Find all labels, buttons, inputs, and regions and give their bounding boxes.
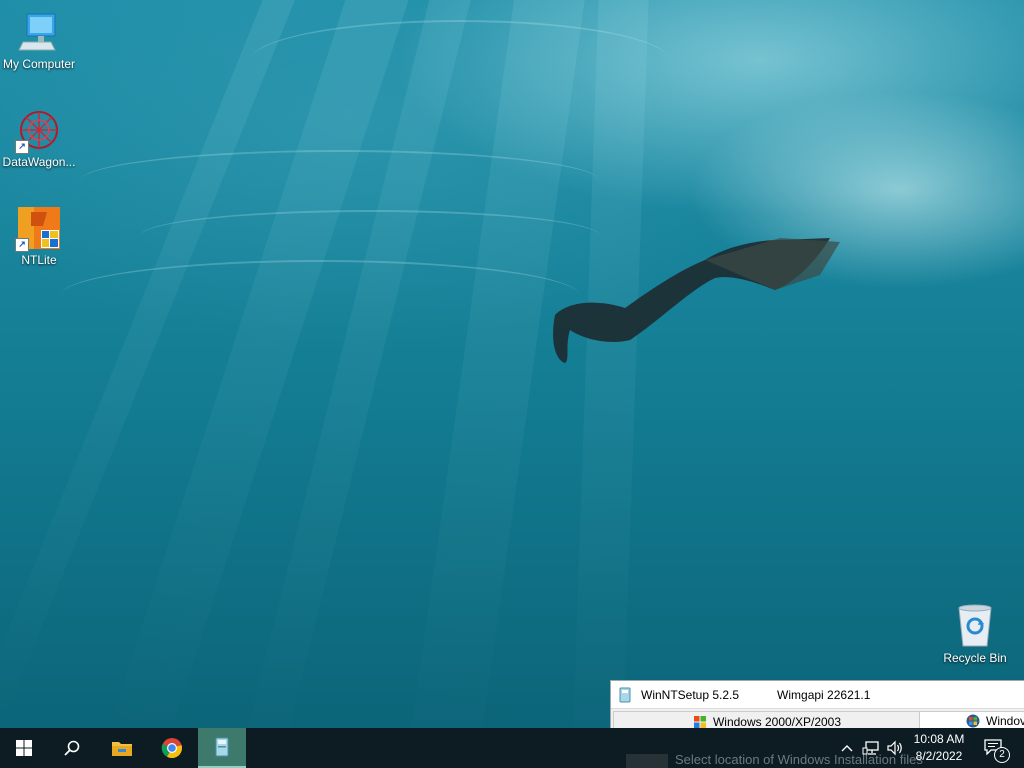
desktop-icon-label: DataWagon... [2,155,76,169]
window-title: WinNTSetup 5.2.5 [641,687,740,702]
winntsetup-taskbar-button[interactable] [198,728,246,768]
taskbar: Select location of Windows Installation … [0,728,1024,768]
ntlite-icon: ↗ [15,206,61,252]
search-button[interactable] [48,728,96,768]
winntsetup-icon [619,687,631,702]
notification-count-badge: 2 [994,747,1010,763]
tab-label: Windov [986,714,1024,728]
recycle-bin-icon [953,604,997,648]
wimgapi-version: Wimgapi 22621.1 [777,687,871,702]
file-explorer-button[interactable] [98,728,146,768]
window-titlebar[interactable]: WinNTSetup 5.2.5 Wimgapi 22621.1 [611,681,1024,708]
clock-date: 8/2/2022 [915,749,963,763]
desktop-icon-label: My Computer [2,57,76,71]
search-icon [64,740,80,756]
start-button[interactable] [0,728,48,768]
start-icon [16,740,32,756]
computer-icon [17,10,61,54]
winntsetup-window[interactable]: WinNTSetup 5.2.5 Wimgapi 22621.1 Windows… [610,680,1024,731]
volume-icon [887,740,902,756]
datawagon-icon: ↗ [15,108,61,154]
file-explorer-icon [112,742,132,756]
os-tabs: Windows 2000/XP/2003 Windov [611,708,1024,731]
desktop-icon-my-computer[interactable]: My Computer [0,10,78,71]
peek-window-fragment [626,754,668,768]
action-center-button[interactable]: 2 [978,728,1014,768]
network-icon [862,741,879,755]
desktop-icon-recycle-bin[interactable]: Recycle Bin [936,604,1014,665]
windows-xp-logo-icon [693,715,706,728]
tab-label: Windows 2000/XP/2003 [712,714,842,729]
network-button[interactable] [860,728,882,768]
shortcut-arrow-icon: ↗ [15,140,29,154]
clock-time: 10:08 AM [913,732,965,746]
desktop-icon-datawagon[interactable]: ↗ DataWagon... [0,108,78,169]
desktop-wallpaper: My Computer ↗ DataWagon... ↗ NTLite Recy… [0,0,1024,728]
desktop-icon-ntlite[interactable]: ↗ NTLite [0,206,78,267]
shortcut-arrow-icon: ↗ [15,238,29,252]
chrome-icon [161,738,182,759]
windows-7-logo-icon [966,714,980,728]
desktop-icon-label: Recycle Bin [943,651,1007,665]
chrome-button[interactable] [148,728,196,768]
show-hidden-icons-button[interactable] [838,728,856,768]
chevron-up-icon [841,745,853,752]
volume-button[interactable] [884,728,906,768]
system-clock[interactable]: 10:08 AM 8/2/2022 [906,731,972,765]
winntsetup-icon [215,737,229,757]
swimmer-image [553,238,840,363]
desktop-icon-label: NTLite [21,253,57,267]
